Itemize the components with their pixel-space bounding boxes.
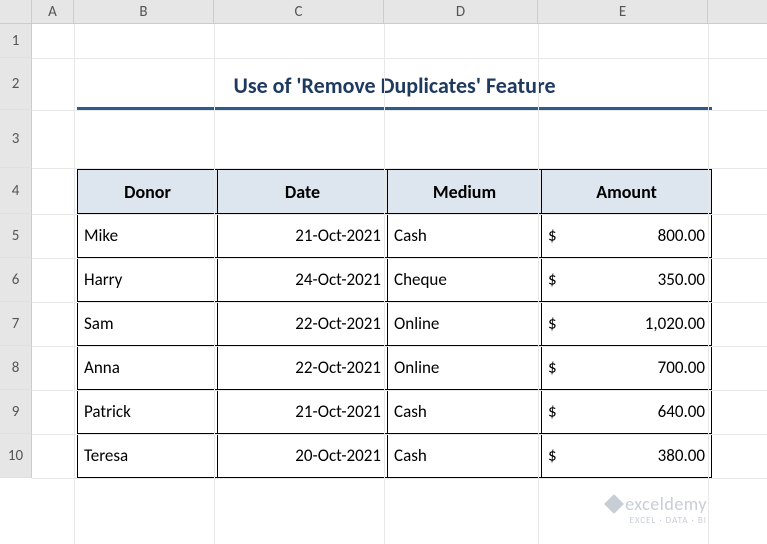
header-amount[interactable]: Amount bbox=[542, 170, 712, 214]
amount-value: 640.00 bbox=[658, 401, 705, 422]
gridline-horizontal bbox=[32, 58, 767, 59]
cell-medium[interactable]: Cheque bbox=[388, 258, 542, 302]
page-title: Use of 'Remove Duplicates' Feature bbox=[77, 72, 712, 105]
row-header-9[interactable]: 9 bbox=[0, 390, 32, 434]
sheet-area[interactable]: Use of 'Remove Duplicates' Feature Donor… bbox=[32, 24, 767, 544]
column-header-B[interactable]: B bbox=[74, 0, 214, 23]
cell-date[interactable]: 22-Oct-2021 bbox=[218, 346, 388, 390]
currency-symbol: $ bbox=[548, 445, 557, 466]
cell-amount[interactable]: $380.00 bbox=[542, 434, 712, 478]
column-header-A[interactable]: A bbox=[32, 0, 74, 23]
cell-amount[interactable]: $700.00 bbox=[542, 346, 712, 390]
column-header-C[interactable]: C bbox=[214, 0, 384, 23]
table-row: Mike21-Oct-2021Cash$800.00 bbox=[78, 214, 712, 258]
currency-symbol: $ bbox=[548, 401, 557, 422]
cell-donor[interactable]: Mike bbox=[78, 214, 218, 258]
row-header-1[interactable]: 1 bbox=[0, 24, 32, 58]
gridline-horizontal bbox=[32, 390, 767, 391]
gridline-horizontal bbox=[32, 258, 767, 259]
column-header-D[interactable]: D bbox=[384, 0, 538, 23]
currency-symbol: $ bbox=[548, 357, 557, 378]
gridline-horizontal bbox=[32, 346, 767, 347]
gridline-horizontal bbox=[32, 302, 767, 303]
row-header-3[interactable]: 3 bbox=[0, 110, 32, 168]
spreadsheet-grid: ABCDE 12345678910 Use of 'Remove Duplica… bbox=[0, 0, 767, 544]
header-medium[interactable]: Medium bbox=[388, 170, 542, 214]
select-all-corner[interactable] bbox=[0, 0, 32, 23]
amount-value: 350.00 bbox=[658, 269, 705, 290]
amount-value: 380.00 bbox=[658, 445, 705, 466]
cell-donor[interactable]: Teresa bbox=[78, 434, 218, 478]
cell-medium[interactable]: Cash bbox=[388, 390, 542, 434]
cell-donor[interactable]: Harry bbox=[78, 258, 218, 302]
row-headers: 12345678910 bbox=[0, 24, 32, 478]
cell-amount[interactable]: $1,020.00 bbox=[542, 302, 712, 346]
gridline-horizontal bbox=[32, 110, 767, 111]
cell-date[interactable]: 21-Oct-2021 bbox=[218, 214, 388, 258]
table-row: Sam22-Oct-2021Online$1,020.00 bbox=[78, 302, 712, 346]
gridline-vertical bbox=[538, 24, 539, 544]
amount-value: 1,020.00 bbox=[645, 313, 705, 334]
table-row: Anna22-Oct-2021Online$700.00 bbox=[78, 346, 712, 390]
amount-value: 700.00 bbox=[658, 357, 705, 378]
row-header-5[interactable]: 5 bbox=[0, 214, 32, 258]
currency-symbol: $ bbox=[548, 269, 557, 290]
column-headers: ABCDE bbox=[0, 0, 767, 24]
cell-amount[interactable]: $350.00 bbox=[542, 258, 712, 302]
amount-value: 800.00 bbox=[658, 225, 705, 246]
cube-icon bbox=[604, 494, 624, 514]
row-header-4[interactable]: 4 bbox=[0, 168, 32, 214]
table-row: Teresa20-Oct-2021Cash$380.00 bbox=[78, 434, 712, 478]
gridline-horizontal bbox=[32, 214, 767, 215]
data-table: Donor Date Medium Amount Mike21-Oct-2021… bbox=[77, 169, 712, 478]
cell-donor[interactable]: Anna bbox=[78, 346, 218, 390]
gridline-vertical bbox=[74, 24, 75, 544]
gridline-horizontal bbox=[32, 478, 767, 479]
table-row: Harry24-Oct-2021Cheque$350.00 bbox=[78, 258, 712, 302]
title-block: Use of 'Remove Duplicates' Feature bbox=[77, 72, 712, 110]
table-row: Patrick21-Oct-2021Cash$640.00 bbox=[78, 390, 712, 434]
cell-medium[interactable]: Cash bbox=[388, 434, 542, 478]
cell-date[interactable]: 21-Oct-2021 bbox=[218, 390, 388, 434]
cell-donor[interactable]: Patrick bbox=[78, 390, 218, 434]
cell-date[interactable]: 20-Oct-2021 bbox=[218, 434, 388, 478]
currency-symbol: $ bbox=[548, 313, 557, 334]
cell-donor[interactable]: Sam bbox=[78, 302, 218, 346]
row-header-10[interactable]: 10 bbox=[0, 434, 32, 478]
cell-amount[interactable]: $640.00 bbox=[542, 390, 712, 434]
row-header-8[interactable]: 8 bbox=[0, 346, 32, 390]
header-donor[interactable]: Donor bbox=[78, 170, 218, 214]
row-header-2[interactable]: 2 bbox=[0, 58, 32, 110]
row-header-6[interactable]: 6 bbox=[0, 258, 32, 302]
gridline-vertical bbox=[708, 24, 709, 544]
watermark-brand: exceldemy bbox=[625, 493, 707, 515]
column-header-E[interactable]: E bbox=[538, 0, 708, 23]
cell-medium[interactable]: Online bbox=[388, 302, 542, 346]
watermark-tag: EXCEL · DATA · BI bbox=[607, 515, 707, 526]
cell-medium[interactable]: Online bbox=[388, 346, 542, 390]
watermark: exceldemy EXCEL · DATA · BI bbox=[607, 493, 707, 526]
table-header-row: Donor Date Medium Amount bbox=[78, 170, 712, 214]
currency-symbol: $ bbox=[548, 225, 557, 246]
cell-medium[interactable]: Cash bbox=[388, 214, 542, 258]
cell-amount[interactable]: $800.00 bbox=[542, 214, 712, 258]
cell-date[interactable]: 22-Oct-2021 bbox=[218, 302, 388, 346]
gridline-horizontal bbox=[32, 168, 767, 169]
gridline-vertical bbox=[384, 24, 385, 544]
cell-date[interactable]: 24-Oct-2021 bbox=[218, 258, 388, 302]
gridline-horizontal bbox=[32, 434, 767, 435]
row-header-7[interactable]: 7 bbox=[0, 302, 32, 346]
header-date[interactable]: Date bbox=[218, 170, 388, 214]
gridline-vertical bbox=[214, 24, 215, 544]
